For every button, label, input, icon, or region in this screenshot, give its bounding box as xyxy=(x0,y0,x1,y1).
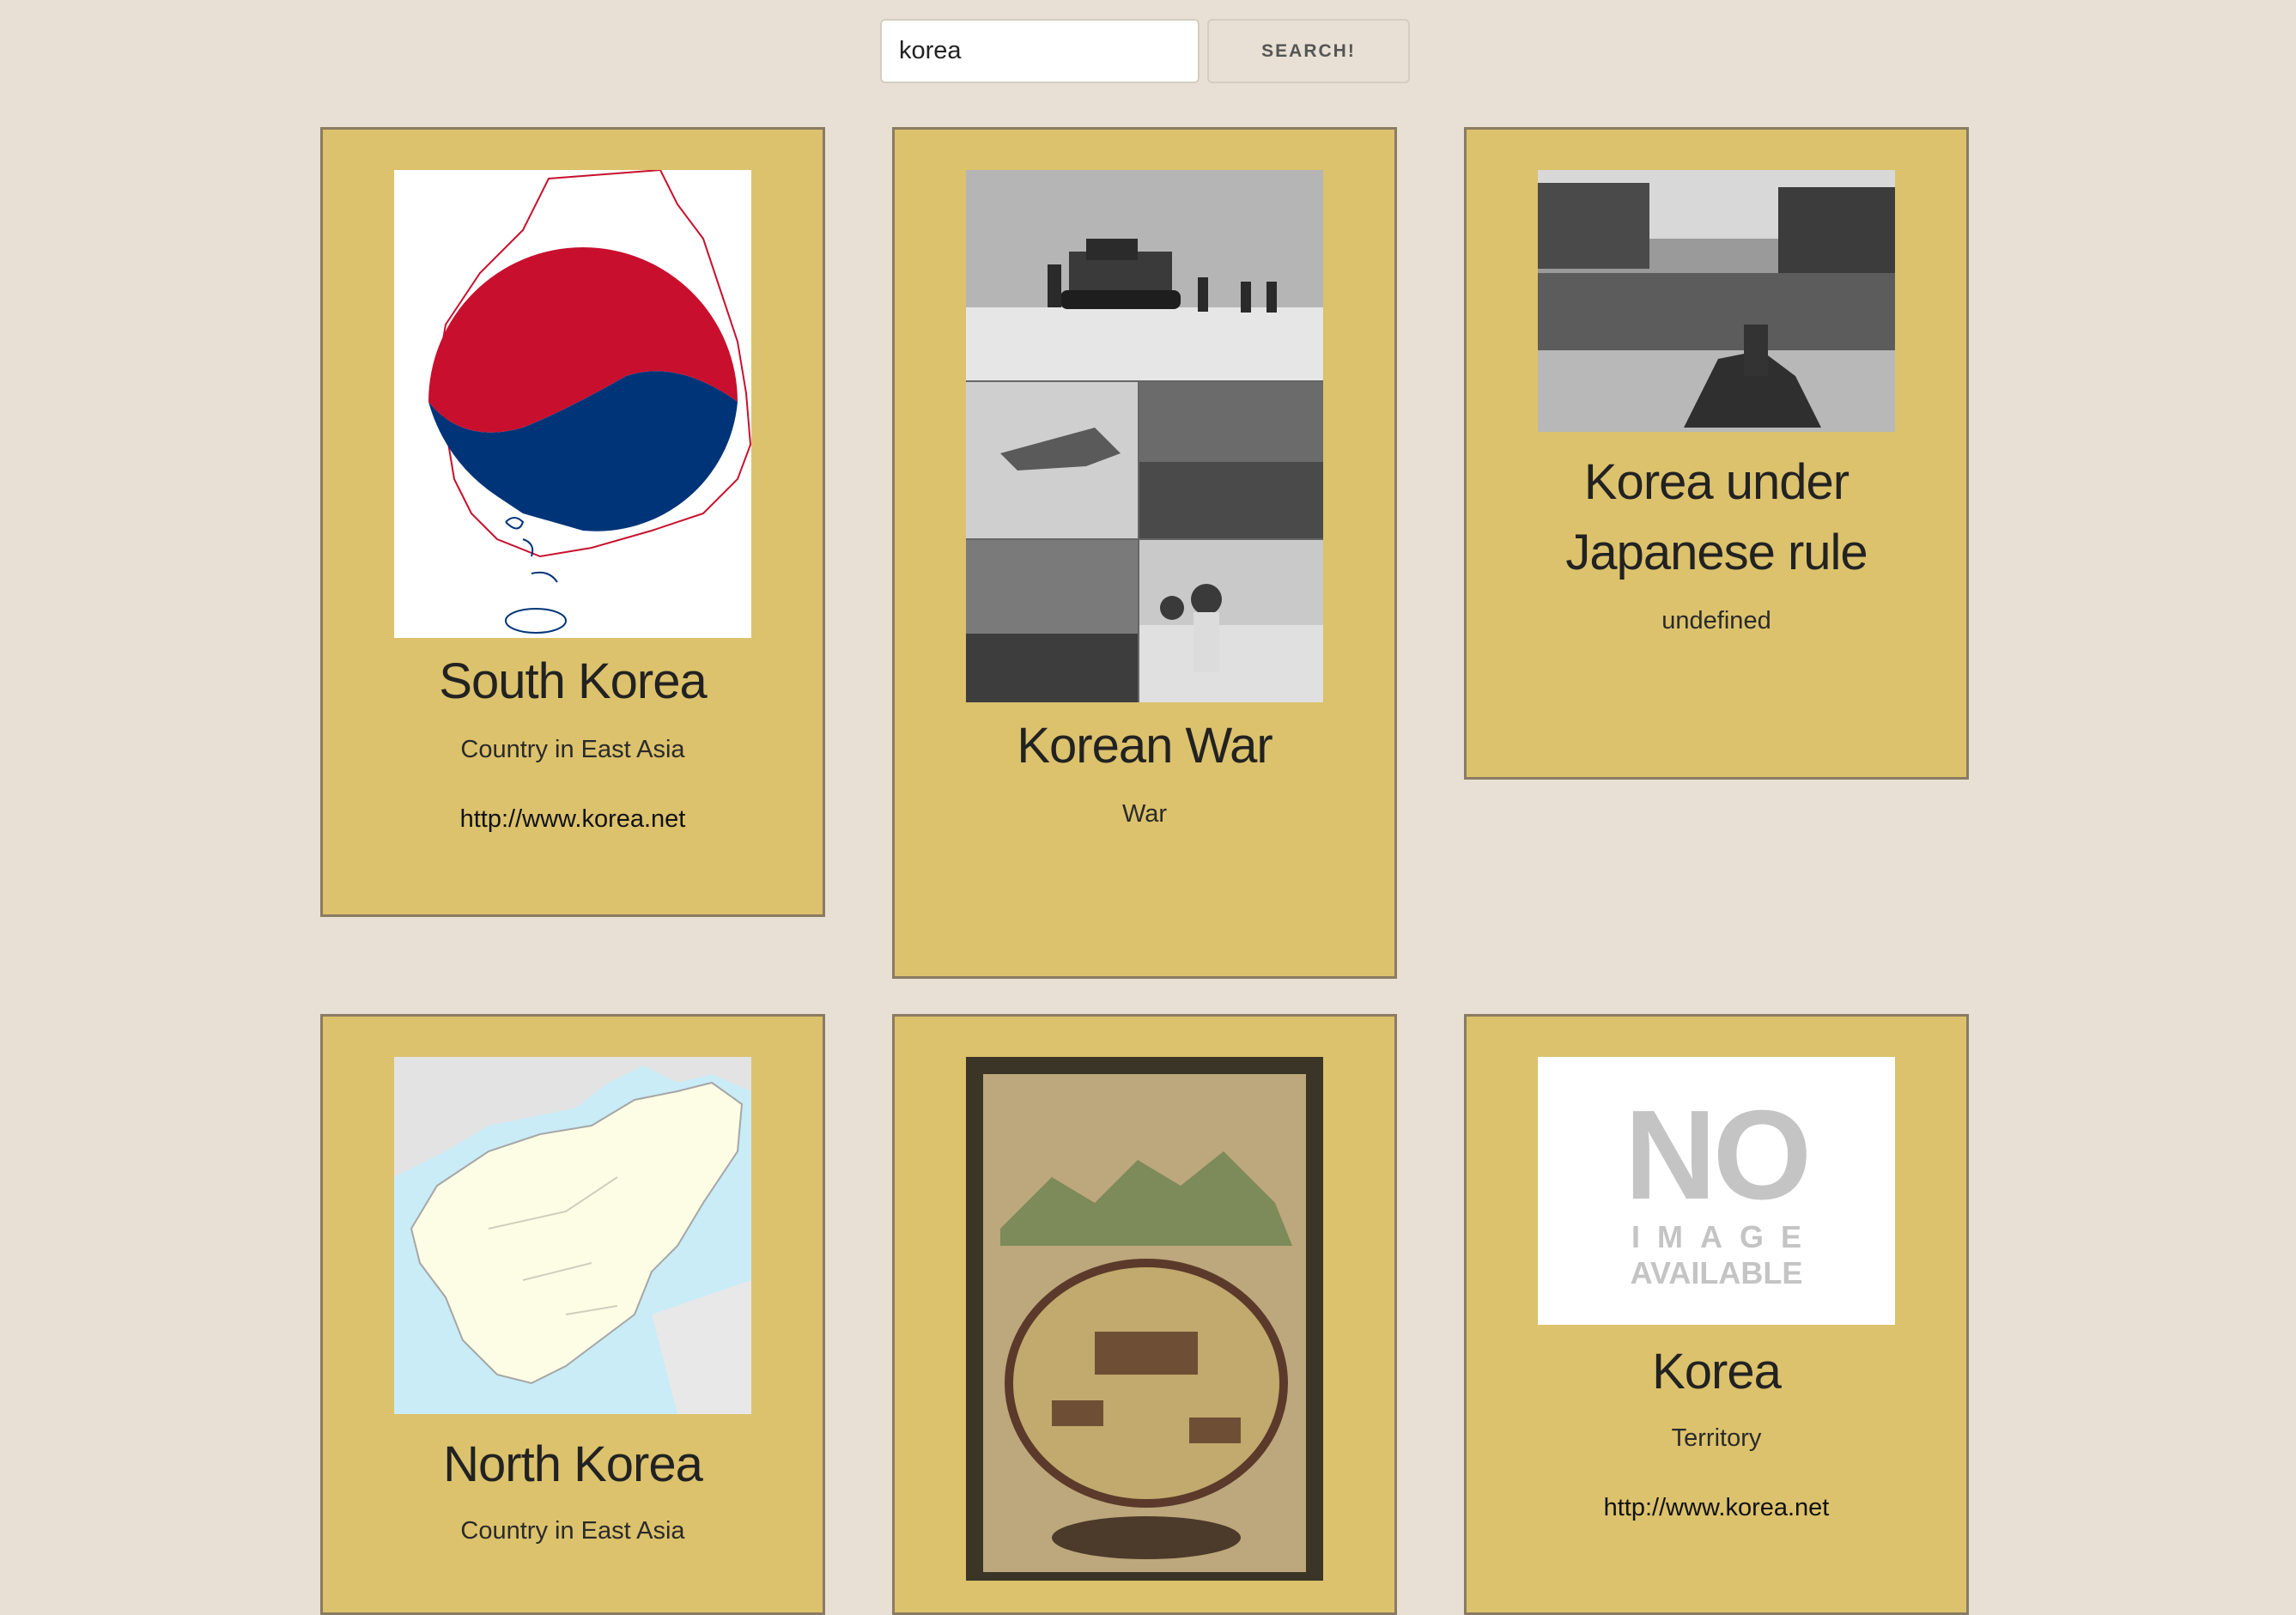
result-card-korea[interactable]: NO IMAGE AVAILABLE Korea Territory http:… xyxy=(1464,1014,1969,1615)
card-description: Country in East Asia xyxy=(460,1517,685,1545)
result-card-korean-war[interactable]: Korean War War xyxy=(892,127,1397,979)
card-link[interactable]: http://www.korea.net xyxy=(323,805,823,834)
korean-war-collage-image xyxy=(966,170,1323,702)
card-description: Country in East Asia xyxy=(460,736,685,763)
card-title[interactable]: North Korea xyxy=(323,1430,823,1500)
result-card-korea-under-japanese-rule[interactable]: Korea under Japanese rule undefined xyxy=(1464,127,1969,780)
korean-fortress-painting-image xyxy=(966,1057,1323,1581)
south-korea-flag-map-image xyxy=(394,170,751,638)
card-title[interactable]: Korea under Japanese rule xyxy=(1467,447,1966,588)
result-card-south-korea[interactable]: South Korea Country in East Asia http://… xyxy=(320,127,825,917)
result-card-north-korea[interactable]: North Korea Country in East Asia xyxy=(320,1014,825,1615)
japanese-rule-photo-image xyxy=(1538,170,1895,432)
card-title[interactable]: Korean War xyxy=(895,711,1394,781)
north-korea-map-image xyxy=(394,1057,751,1414)
placeholder-available-text: AVAILABLE xyxy=(1630,1255,1803,1290)
placeholder-image-text: IMAGE xyxy=(1631,1219,1819,1254)
search-input[interactable] xyxy=(880,19,1200,83)
card-description: undefined xyxy=(1661,607,1771,634)
search-bar: SEARCH! xyxy=(880,19,1410,83)
result-card-korean-painting[interactable] xyxy=(892,1014,1397,1615)
placeholder-no-text: NO xyxy=(1625,1084,1812,1226)
card-description: War xyxy=(1121,800,1168,828)
card-link[interactable]: http://www.korea.net xyxy=(1467,1494,1966,1522)
search-button[interactable]: SEARCH! xyxy=(1207,19,1410,83)
card-title[interactable]: South Korea xyxy=(323,647,823,717)
card-description: Territory xyxy=(1671,1424,1762,1452)
no-image-placeholder: NO IMAGE AVAILABLE xyxy=(1538,1057,1895,1325)
card-title[interactable]: Korea xyxy=(1467,1337,1966,1407)
